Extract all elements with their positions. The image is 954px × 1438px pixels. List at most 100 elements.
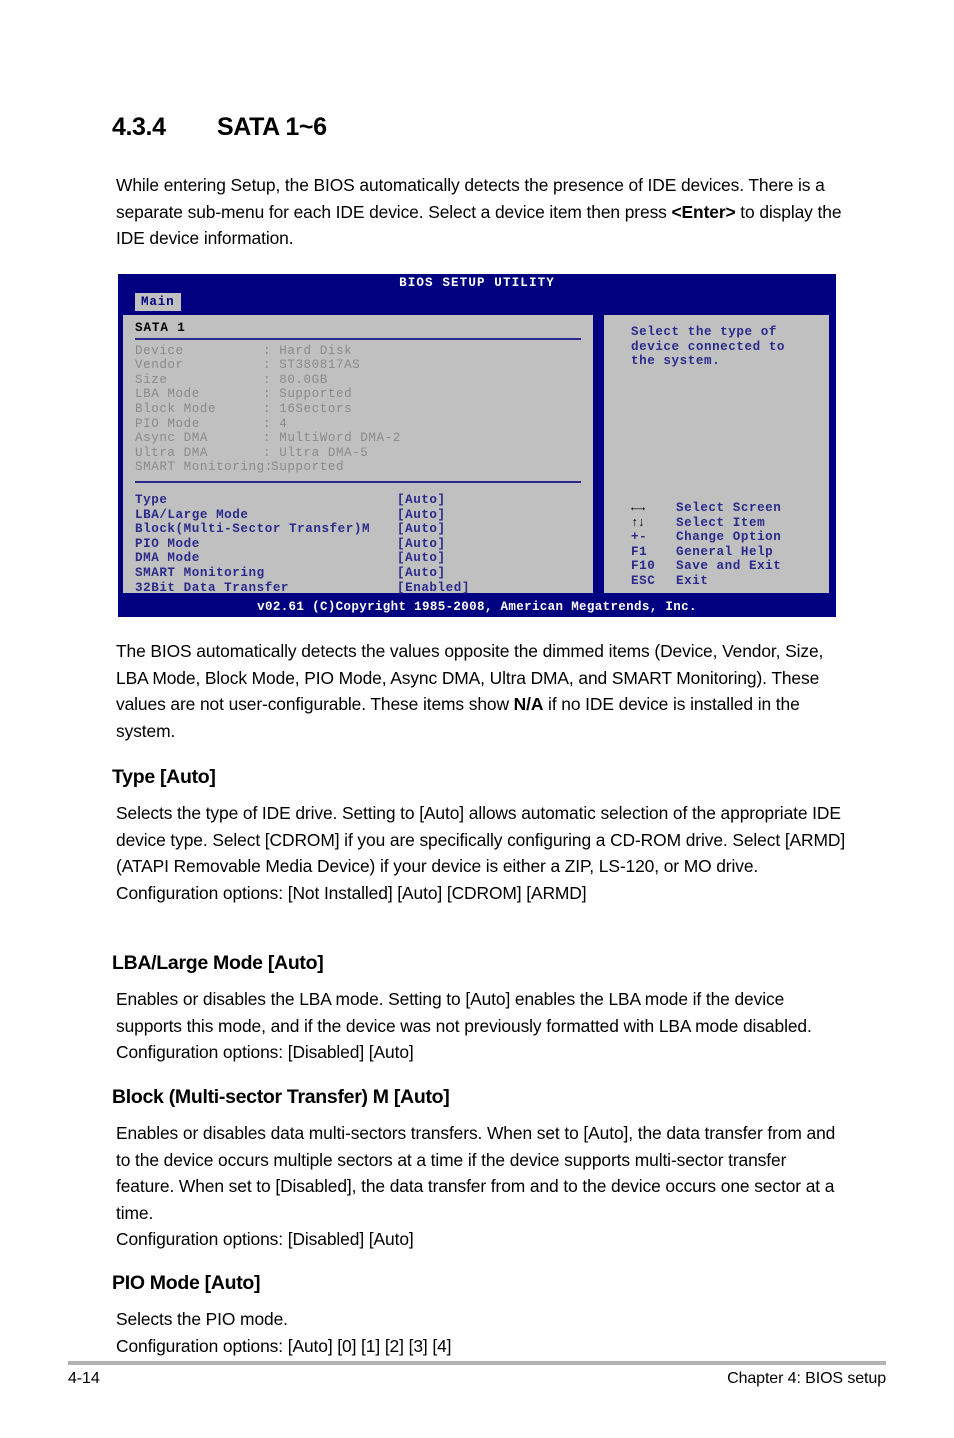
subsection-options-block: Configuration options: [Disabled] [Auto] xyxy=(116,1229,414,1249)
subsection-options-pio: Configuration options: [Auto] [0] [1] [2… xyxy=(116,1335,452,1356)
page-title: 4.3.4 SATA 1~6 xyxy=(112,113,327,142)
subsection-body-block: Enables or disables data multi-sectors t… xyxy=(116,1120,846,1253)
device-info-row: Size: 80.0GB xyxy=(135,373,593,388)
device-info-label: Ultra DMA xyxy=(135,445,208,460)
key-description: Select Screen xyxy=(676,501,782,515)
device-option-value[interactable]: [Auto] xyxy=(397,551,446,565)
device-info-value: Supported xyxy=(263,460,345,475)
bios-help-panel: Select the type of device connected to the… xyxy=(602,313,831,595)
key-hint-row: +- Change Option xyxy=(631,530,781,545)
device-info-value: : Ultra DMA-5 xyxy=(263,445,369,460)
arrow-keys-icon: ↑↓ xyxy=(631,515,645,530)
key-label: ESC xyxy=(631,573,656,588)
key-hint-row: F10 Save and Exit xyxy=(631,559,781,574)
help-line: Select the type of xyxy=(631,325,777,339)
device-option-label: SMART Monitoring xyxy=(135,565,265,580)
footer-divider xyxy=(68,1361,886,1365)
subsection-heading-lba: LBA/Large Mode [Auto] xyxy=(112,952,324,974)
device-option-label: DMA Mode xyxy=(135,551,200,566)
device-info-value: : Hard Disk xyxy=(263,343,353,358)
key-description: Save and Exit xyxy=(676,559,782,574)
device-options-list: Type [Auto] LBA/Large Mode [Auto] Block(Mult… xyxy=(135,493,593,595)
key-description: Change Option xyxy=(676,530,782,545)
device-info-row: SMART Monitoring: Supported xyxy=(135,460,593,475)
subsection-text-pio: Selects the PIO mode. xyxy=(116,1309,288,1329)
device-info-label: Async DMA xyxy=(135,431,208,446)
device-info-row: Async DMA : MultiWord DMA-2 xyxy=(135,431,593,446)
key-description: Exit xyxy=(676,573,709,588)
subsection-body-lba: Enables or disables the LBA mode. Settin… xyxy=(116,986,846,1066)
device-option-value[interactable]: [Auto] xyxy=(397,522,446,536)
subsection-text-block: Enables or disables data multi-sectors t… xyxy=(116,1123,836,1223)
section-title: SATA 1~6 xyxy=(217,113,327,141)
bios-panel-heading: SATA 1 xyxy=(135,321,186,335)
enter-key-emphasis: <Enter> xyxy=(671,201,736,222)
key-label: F10 xyxy=(631,559,656,574)
device-info-row: Device : Hard Disk xyxy=(135,344,593,359)
heading-divider xyxy=(135,337,581,340)
key-description: Select Item xyxy=(676,515,766,530)
subsection-options-type: Configuration options: [Not Installed] [… xyxy=(116,882,587,903)
bios-key-legend: ←→ Select Screen ↑↓ Select Item +- Change Opt… xyxy=(631,501,781,589)
document-page: 4.3.4 SATA 1~6 While entering Setup, the… xyxy=(0,0,954,1438)
bios-title: BIOS SETUP UTILITY xyxy=(118,274,836,293)
help-line: device connected to xyxy=(631,339,786,354)
arrow-keys-icon: ←→ xyxy=(631,501,645,515)
device-option-row[interactable]: PIO Mode [Auto] xyxy=(135,537,593,552)
device-option-value[interactable]: [Auto] xyxy=(397,508,446,522)
key-hint-row: F1 General Help xyxy=(631,545,781,560)
device-info-row: Block Mode: 16Sectors xyxy=(135,402,593,417)
device-option-row[interactable]: Block(Multi-Sector Transfer)M [Auto] xyxy=(135,522,593,537)
bios-copyright-footer: v02.61 (C)Copyright 1985-2008, American … xyxy=(118,597,836,617)
device-info-label: Device xyxy=(135,343,184,358)
bios-main-panel: SATA 1 Device : Hard Disk Vendor : ST380817… xyxy=(121,313,593,595)
device-option-label: Type xyxy=(135,492,168,507)
key-label: F1 xyxy=(631,544,648,559)
help-line: the system. xyxy=(631,354,721,369)
key-description: General Help xyxy=(676,544,774,559)
device-info-label: PIO Mode xyxy=(135,416,200,431)
device-info-list: Device: Hard Disk Vendor: ST380817AS Size:… xyxy=(135,344,593,475)
device-option-value[interactable]: [Auto] xyxy=(397,493,446,507)
device-info-row: LBA Mode : Supported xyxy=(135,387,593,402)
device-info-value: : 4 xyxy=(263,416,288,431)
na-emphasis: N/A xyxy=(513,694,544,714)
subsection-text-type: Selects the type of IDE drive. Setting t… xyxy=(116,803,846,876)
device-info-row: PIO Mode : 4 xyxy=(135,417,593,432)
device-option-label: PIO Mode xyxy=(135,536,200,551)
device-info-value: : Supported xyxy=(263,387,353,402)
device-info-label: LBA Mode xyxy=(135,387,200,402)
device-option-row[interactable]: LBA/Large Mode [Auto] xyxy=(135,508,593,523)
device-option-row[interactable]: SMART Monitoring [Auto] xyxy=(135,566,593,581)
device-option-label: 32Bit Data Transfer xyxy=(135,580,290,595)
device-option-label: LBA/Large Mode xyxy=(135,507,249,522)
bios-tab-bar: Main xyxy=(118,293,836,311)
device-option-row[interactable]: DMA Mode [Auto] xyxy=(135,551,593,566)
device-option-value[interactable]: [Enabled] xyxy=(397,581,470,595)
device-info-label: Size xyxy=(135,372,168,387)
help-text-block: Select the type of device connected to the… xyxy=(604,325,829,369)
device-info-label: SMART Monitoring: xyxy=(135,460,273,475)
device-info-value: : MultiWord DMA-2 xyxy=(263,431,401,446)
options-divider xyxy=(135,480,581,483)
dimmed-items-paragraph: The BIOS automatically detects the value… xyxy=(116,638,846,744)
page-number: 4-14 xyxy=(68,1370,100,1387)
device-info-value: : 16Sectors xyxy=(263,401,353,416)
intro-paragraph: While entering Setup, the BIOS automatic… xyxy=(116,172,846,252)
tab-main[interactable]: Main xyxy=(135,293,182,311)
device-option-value[interactable]: [Auto] xyxy=(397,537,446,551)
device-info-row: Vendor : ST380817AS xyxy=(135,358,593,373)
subsection-text-lba: Enables or disables the LBA mode. Settin… xyxy=(116,989,812,1062)
section-number: 4.3.4 xyxy=(112,113,166,141)
device-info-label: Vendor xyxy=(135,358,184,373)
key-hint-row: ↑↓ Select Item xyxy=(631,516,781,531)
device-option-row[interactable]: Type [Auto] xyxy=(135,493,593,508)
subsection-body-type: Selects the type of IDE drive. Setting t… xyxy=(116,800,846,906)
device-option-row[interactable]: 32Bit Data Transfer [Enabled] xyxy=(135,581,593,596)
subsection-heading-type: Type [Auto] xyxy=(112,766,216,788)
device-option-value[interactable]: [Auto] xyxy=(397,566,446,580)
bios-setup-screenshot: BIOS SETUP UTILITY Main SATA 1 Device : H… xyxy=(118,274,836,617)
key-label: +- xyxy=(631,530,648,545)
subsection-heading-block: Block (Multi-sector Transfer) M [Auto] xyxy=(112,1086,450,1108)
device-info-value: : ST380817AS xyxy=(263,358,361,373)
